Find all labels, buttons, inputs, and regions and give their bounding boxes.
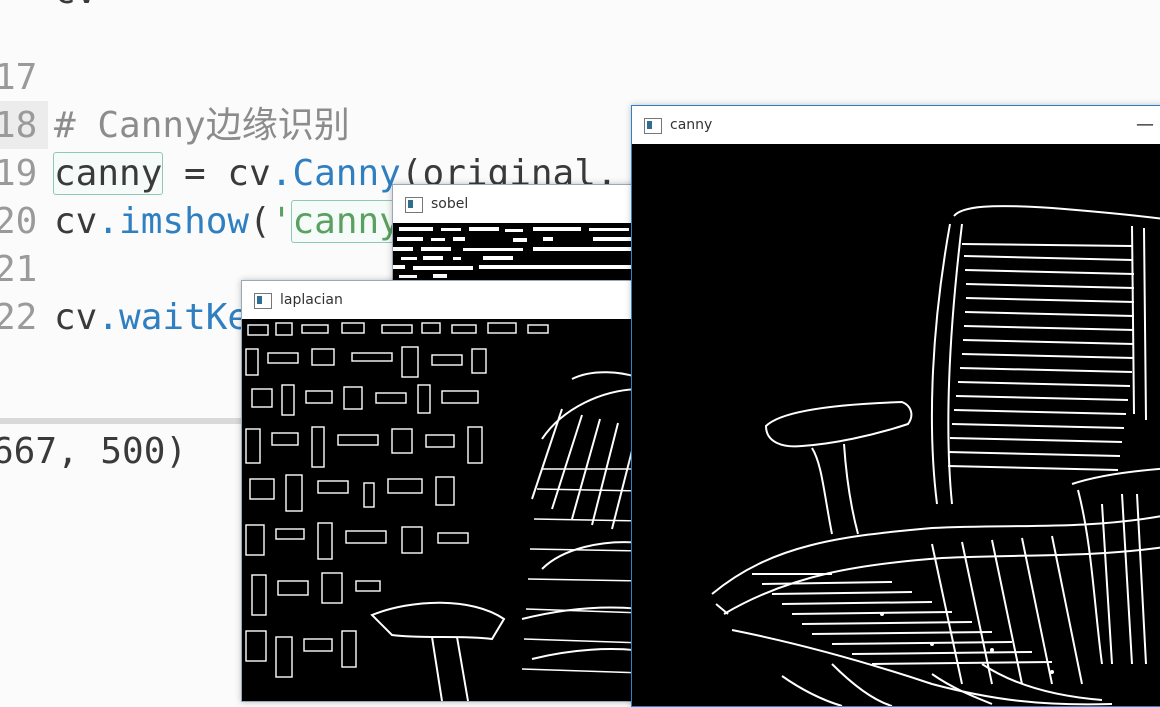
laplacian-edge-pattern	[245, 322, 642, 701]
code-line-22[interactable]: 22	[0, 246, 87, 338]
comment: # Canny边缘识别	[54, 105, 350, 146]
laplacian-window[interactable]: laplacian	[241, 280, 643, 702]
window-app-icon	[644, 118, 662, 134]
function-imshow: imshow	[119, 201, 250, 242]
window-app-icon	[254, 293, 272, 309]
laplacian-image	[242, 319, 642, 701]
canny-window[interactable]: canny —	[631, 105, 1160, 707]
code-line-20[interactable]: 20	[0, 150, 87, 242]
string-canny: canny	[291, 200, 402, 243]
window-title: sobel	[431, 196, 469, 212]
canny-titlebar[interactable]: canny —	[632, 106, 1160, 144]
console-output: 667, 500)	[0, 431, 188, 472]
canny-image	[632, 144, 1160, 706]
function-canny: Canny	[292, 153, 401, 194]
window-title: canny	[670, 117, 713, 133]
code-line-19[interactable]: 19 cv.imshow('canny', canny)	[0, 102, 596, 243]
window-title: laplacian	[280, 292, 343, 308]
code-line-17[interactable]: 17 # Canny边缘识别	[0, 6, 350, 146]
sobel-titlebar[interactable]: sobel	[393, 185, 643, 223]
code-line-18[interactable]: 18 canny = cv.Canny(original, 50, 240)	[0, 54, 813, 195]
minimize-button[interactable]: —	[1136, 106, 1154, 144]
canny-chair-edges	[711, 205, 1160, 706]
laplacian-titlebar[interactable]: laplacian	[242, 281, 642, 319]
code-line-21[interactable]: 21 cv.waitKey()	[0, 198, 314, 338]
line-number: 22	[0, 297, 38, 338]
window-app-icon	[405, 197, 423, 213]
